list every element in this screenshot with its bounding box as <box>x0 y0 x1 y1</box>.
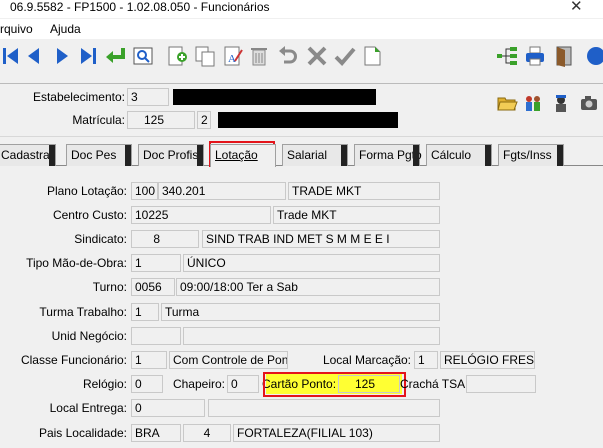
local-entrega-desc <box>208 399 440 417</box>
menu-bar <box>0 19 603 39</box>
local-marcacao-desc: RELÓGIO FRESNI <box>440 351 535 369</box>
estabelecimento-field[interactable]: 3 <box>127 88 169 106</box>
matricula-field[interactable]: 125 <box>127 111 195 129</box>
unid-negocio-desc <box>183 327 440 345</box>
close-icon[interactable]: ✕ <box>570 0 583 15</box>
matricula-digit-field[interactable]: 2 <box>197 111 211 129</box>
classe-funcionario-label: Classe Funcionário: <box>20 353 127 367</box>
turma-trabalho-desc: Turma <box>161 303 440 321</box>
tipo-mao-obra-field[interactable]: 1 <box>131 254 181 272</box>
local-entrega-label: Local Entrega: <box>49 401 127 415</box>
menu-arquivo[interactable]: Arquivo <box>0 22 33 36</box>
tree-icon[interactable] <box>495 44 519 68</box>
unid-negocio-field[interactable] <box>131 327 181 345</box>
tab-label: Cálculo <box>431 148 472 162</box>
tab-divider <box>49 145 55 166</box>
relogio-field[interactable]: 0 <box>131 375 163 393</box>
tab-cadastral[interactable]: Cadastral <box>0 144 56 166</box>
tab-doc-profis[interactable]: Doc Profis <box>138 144 204 166</box>
tab-divider <box>197 145 203 166</box>
red-highlight-box <box>263 372 406 397</box>
window-title: 06.9.5582 - FP1500 - 1.02.08.050 - Funci… <box>10 0 270 14</box>
tab-calculo[interactable]: Cálculo <box>426 144 492 166</box>
tab-forma-pgto[interactable]: Forma Pgto <box>354 144 422 166</box>
save-check-icon[interactable] <box>333 44 357 68</box>
localidade-desc: FORTALEZA(FILIAL 103) <box>233 424 440 442</box>
tab-label: Cadastral <box>1 148 53 162</box>
turma-trabalho-label: Turma Trabalho: <box>39 305 127 319</box>
camera-icon[interactable] <box>578 92 600 114</box>
pais-localidade-label: Pais Localidade: <box>38 426 127 440</box>
tab-label: Lotação <box>215 148 258 162</box>
tab-lotacao[interactable]: Lotação <box>210 144 276 167</box>
first-record-icon[interactable] <box>0 44 24 68</box>
redacted-estabelecimento-name <box>173 89 376 105</box>
exit-door-icon[interactable] <box>552 44 576 68</box>
svg-text:A: A <box>228 53 236 65</box>
tab-divider <box>125 145 131 166</box>
print-icon[interactable] <box>523 44 547 68</box>
undo-icon[interactable] <box>276 44 300 68</box>
help-icon[interactable] <box>584 44 603 68</box>
delete-record-icon[interactable] <box>247 44 271 68</box>
tab-salarial[interactable]: Salarial <box>282 144 348 166</box>
plano-lotacao-desc: TRADE MKT <box>288 182 440 200</box>
centro-custo-field[interactable]: 10225 <box>131 206 271 224</box>
turno-label: Turno: <box>92 280 127 294</box>
tab-divider <box>485 145 491 166</box>
tipo-mao-obra-desc: ÚNICO <box>183 254 440 272</box>
turma-trabalho-field[interactable]: 1 <box>131 303 159 321</box>
classe-funcionario-field[interactable]: 1 <box>131 351 167 369</box>
tab-divider <box>557 145 563 166</box>
localidade-code-field[interactable]: 4 <box>183 424 231 442</box>
unid-negocio-label: Unid Negócio: <box>51 329 127 343</box>
estabelecimento-label: Estabelecimento: <box>32 90 125 104</box>
search-record-icon[interactable] <box>131 44 155 68</box>
tab-divider <box>413 145 419 166</box>
folder-open-icon[interactable] <box>496 92 518 114</box>
classe-funcionario-desc: Com Controle de Ponto <box>169 351 288 369</box>
plano-lotacao-field[interactable]: 340.201 <box>158 182 286 200</box>
local-marcacao-label: Local Marcação: <box>322 353 411 367</box>
copy-record-icon[interactable] <box>193 44 217 68</box>
people-icon[interactable] <box>522 92 544 114</box>
chapeiro-field[interactable]: 0 <box>227 375 259 393</box>
centro-custo-desc: Trade MKT <box>273 206 440 224</box>
turno-field[interactable]: 0056 <box>131 278 175 296</box>
menu-ajuda[interactable]: Ajuda <box>50 22 81 36</box>
edit-record-icon[interactable]: A <box>221 44 245 68</box>
tab-label: Salarial <box>287 148 328 162</box>
worker-icon[interactable] <box>550 92 572 114</box>
prev-record-icon[interactable] <box>22 44 46 68</box>
local-marcacao-field[interactable]: 1 <box>414 351 438 369</box>
cracha-tsa-field[interactable] <box>466 375 536 393</box>
last-record-icon[interactable] <box>76 44 100 68</box>
pais-field[interactable]: BRA <box>131 424 181 442</box>
chapeiro-label: Chapeiro: <box>172 377 225 391</box>
local-entrega-field[interactable]: 0 <box>131 399 205 417</box>
sindicato-field[interactable]: 8 <box>131 230 199 248</box>
redacted-employee-name <box>218 112 398 128</box>
next-record-icon[interactable] <box>50 44 74 68</box>
centro-custo-label: Centro Custo: <box>52 208 127 222</box>
tab-label: Doc Pes <box>71 148 117 162</box>
sindicato-desc: SIND TRAB IND MET S M M E E I <box>202 230 440 248</box>
sindicato-label: Sindicato: <box>74 232 127 246</box>
new-record-icon[interactable] <box>165 44 189 68</box>
tab-fgts-inss[interactable]: Fgts/Inss <box>498 144 564 166</box>
cancel-icon[interactable] <box>305 44 329 68</box>
tab-divider <box>341 145 347 166</box>
tab-label: Doc Profis <box>143 148 199 162</box>
relogio-label: Relógio: <box>82 377 127 391</box>
plano-lotacao-code[interactable]: 100 <box>131 182 158 200</box>
cracha-tsa-label: Crachá TSA: <box>400 377 469 391</box>
tipo-mao-obra-label: Tipo Mão-de-Obra: <box>26 256 127 270</box>
matricula-label: Matrícula: <box>72 113 125 127</box>
confirm-return-icon[interactable] <box>104 44 128 68</box>
tab-doc-pes[interactable]: Doc Pes <box>66 144 132 166</box>
tab-label: Fgts/Inss <box>503 148 552 162</box>
turno-desc: 09:00/18:00 Ter a Sab <box>176 278 440 296</box>
note-icon[interactable] <box>360 44 384 68</box>
plano-lotacao-label: Plano Lotação: <box>46 184 127 198</box>
